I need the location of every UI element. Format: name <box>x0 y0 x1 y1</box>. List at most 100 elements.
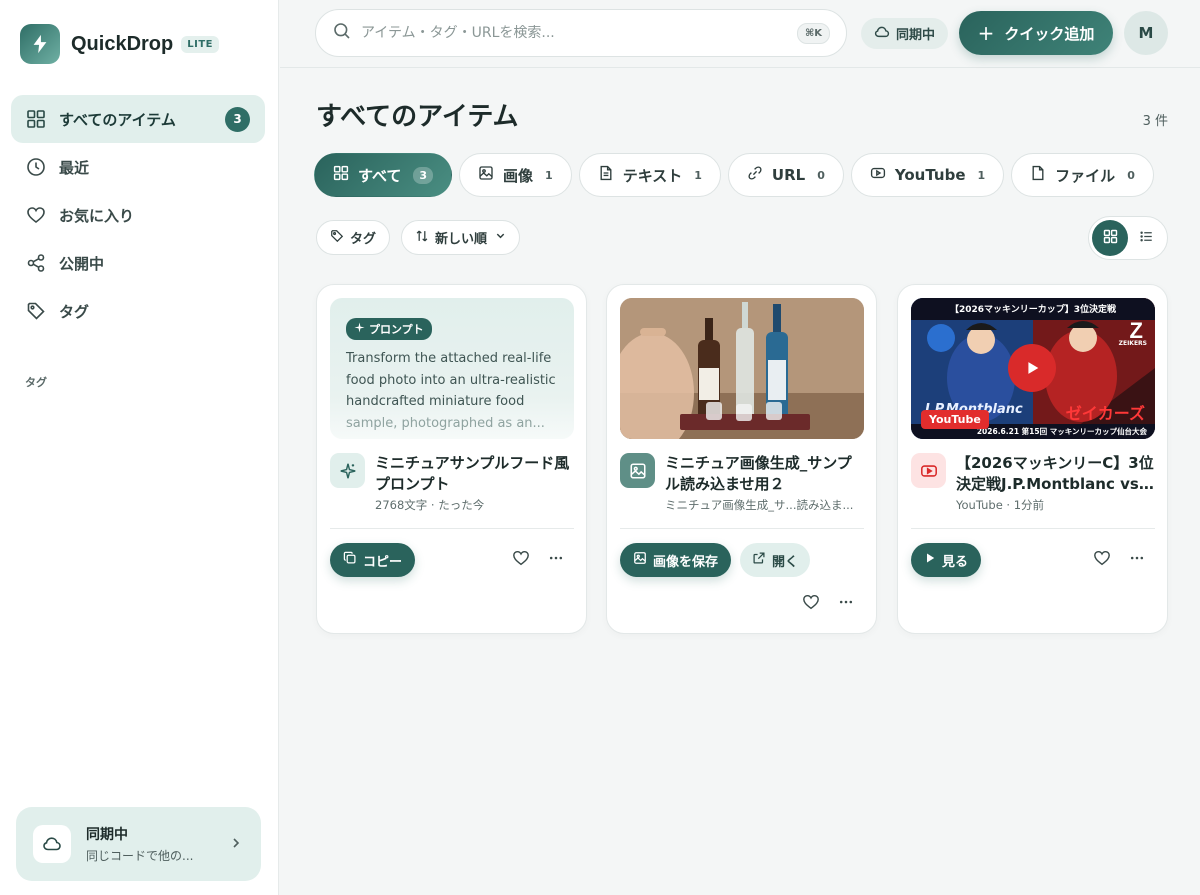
heart-icon <box>25 204 47 226</box>
sync-status-pill[interactable]: 同期中 <box>861 18 949 49</box>
save-image-label: 画像を保存 <box>653 554 719 570</box>
tab-file[interactable]: ファイル 0 <box>1011 153 1154 197</box>
sidebar-item-favorites[interactable]: お気に入り <box>11 191 265 239</box>
sidebar-item-label: お気に入り <box>59 206 135 225</box>
quick-add-label: クイック追加 <box>1004 24 1095 43</box>
tag-icon <box>330 229 344 247</box>
save-image-button[interactable]: 画像を保存 <box>620 543 732 577</box>
card-title: ミニチュアサンプルフード風プロンプト <box>375 454 570 493</box>
sidebar-item-tags[interactable]: タグ <box>11 287 265 335</box>
tag-filter-label: タグ <box>350 232 377 247</box>
bolt-icon <box>20 24 60 64</box>
more-button[interactable] <box>1124 547 1150 573</box>
sort-label: 新しい順 <box>435 232 488 247</box>
search-icon <box>333 22 351 44</box>
image-icon <box>633 551 647 569</box>
view-toggle <box>1088 216 1168 260</box>
sidebar-item-label: タグ <box>59 302 90 321</box>
divider <box>911 528 1155 529</box>
copy-button[interactable]: コピー <box>330 543 416 577</box>
copy-label: コピー <box>363 554 403 570</box>
link-icon <box>747 165 763 185</box>
item-card[interactable]: ミニチュア画像生成_サンプル読み込ませ用２ ミニチュア画像生成_サ...読み込ま… <box>606 284 877 634</box>
sort-dropdown[interactable]: 新しい順 <box>401 220 521 255</box>
topbar: ⌘K 同期中 + クイック追加 M <box>280 0 1200 68</box>
sake-bottles-illustration <box>620 298 864 439</box>
item-card[interactable]: プロンプト Transform the attached real-life f… <box>316 284 587 634</box>
tab-label: テキスト <box>622 166 683 185</box>
sync-title: 同期中 <box>86 827 128 843</box>
youtube-thumbnail: Z 【2026マッキンリーカップ】3位決定戦 ZEIKERS J.P.Montb… <box>911 298 1155 439</box>
heart-icon <box>512 549 530 571</box>
tab-url[interactable]: URL 0 <box>727 153 844 197</box>
watch-label: 見る <box>942 554 969 570</box>
sidebar-item-recent[interactable]: 最近 <box>11 143 265 191</box>
prompt-chip: プロンプト <box>346 318 432 340</box>
sidebar-item-label: すべてのアイテム <box>59 110 176 129</box>
prompt-chip-label: プロンプト <box>369 323 424 336</box>
sidebar-item-public[interactable]: 公開中 <box>11 239 265 287</box>
image-icon <box>478 165 494 185</box>
open-button[interactable]: 開く <box>740 543 811 577</box>
card-text: 【2026マッキンリーC】3位決定戦J.P.Montblanc vs ... Y… <box>956 453 1155 513</box>
search-bar[interactable]: ⌘K <box>315 9 847 57</box>
youtube-icon <box>911 453 946 488</box>
search-input[interactable] <box>361 25 797 41</box>
tab-count: 1 <box>545 168 553 182</box>
file-icon <box>1030 165 1046 185</box>
more-button[interactable] <box>833 591 859 617</box>
sidebar-item-all[interactable]: すべてのアイテム 3 <box>11 95 265 143</box>
card-info: 【2026マッキンリーC】3位決定戦J.P.Montblanc vs ... Y… <box>911 453 1155 513</box>
chevron-down-icon <box>495 230 506 245</box>
image-thumbnail <box>620 298 864 439</box>
card-text: ミニチュアサンプルフード風プロンプト 2768文字 · たった今 <box>375 453 574 513</box>
sync-subtitle: 同じコードで他の... <box>86 849 194 863</box>
tab-youtube[interactable]: YouTube 1 <box>850 153 1005 197</box>
tab-text[interactable]: テキスト 1 <box>578 153 721 197</box>
list-view-button[interactable] <box>1128 220 1164 256</box>
thumb-header: 【2026マッキンリーカップ】3位決定戦 <box>949 305 1117 315</box>
prompt-line: Transform the attached real-life <box>346 351 552 366</box>
tab-count: 0 <box>817 168 825 182</box>
brand[interactable]: QuickDrop LITE <box>20 24 219 64</box>
thumb-logo: ZEIKERS <box>1118 340 1147 347</box>
document-icon <box>598 165 614 185</box>
shortcut-hint: ⌘K <box>796 22 830 44</box>
favorite-button[interactable] <box>798 591 824 617</box>
cloud-icon <box>874 24 890 44</box>
play-icon <box>924 552 936 568</box>
tab-all[interactable]: すべて 3 <box>314 153 453 197</box>
watch-button[interactable]: 見る <box>911 543 982 577</box>
sync-card[interactable]: 同期中 同じコードで他の... <box>16 807 261 881</box>
card-meta: ミニチュア画像生成_サ...読み込ま... <box>665 498 854 512</box>
thumb-team-right: ゼイカーズ <box>1065 404 1145 423</box>
youtube-badge: YouTube <box>921 410 989 429</box>
tab-image[interactable]: 画像 1 <box>459 153 572 197</box>
sync-status-label: 同期中 <box>896 28 936 43</box>
divider <box>330 528 574 529</box>
brand-badge: LITE <box>181 35 219 53</box>
avatar[interactable]: M <box>1124 11 1168 55</box>
tab-count: 1 <box>694 168 702 182</box>
chevron-right-icon <box>229 835 243 854</box>
tag-section-heading: タグ <box>25 376 47 389</box>
grid-view-button[interactable] <box>1092 220 1128 256</box>
heart-icon <box>802 593 820 615</box>
play-icon[interactable] <box>1008 344 1056 392</box>
favorite-button[interactable] <box>1089 547 1115 573</box>
tab-count: 1 <box>977 168 986 182</box>
heart-icon <box>1093 549 1111 571</box>
prompt-line: handcrafted miniature food <box>346 394 525 409</box>
sync-text: 同期中 同じコードで他の... <box>86 824 229 864</box>
favorite-button[interactable] <box>508 547 534 573</box>
sparkle-icon <box>354 322 365 336</box>
tab-count: 0 <box>1127 168 1135 182</box>
sidebar-item-label: 公開中 <box>59 254 105 273</box>
external-link-icon <box>752 551 766 569</box>
tag-icon <box>25 300 47 322</box>
tag-filter-button[interactable]: タグ <box>316 220 391 255</box>
more-button[interactable] <box>543 547 569 573</box>
quick-add-button[interactable]: + クイック追加 <box>959 11 1113 55</box>
card-info: ミニチュアサンプルフード風プロンプト 2768文字 · たった今 <box>330 453 574 513</box>
item-card[interactable]: Z 【2026マッキンリーカップ】3位決定戦 ZEIKERS J.P.Montb… <box>897 284 1168 634</box>
